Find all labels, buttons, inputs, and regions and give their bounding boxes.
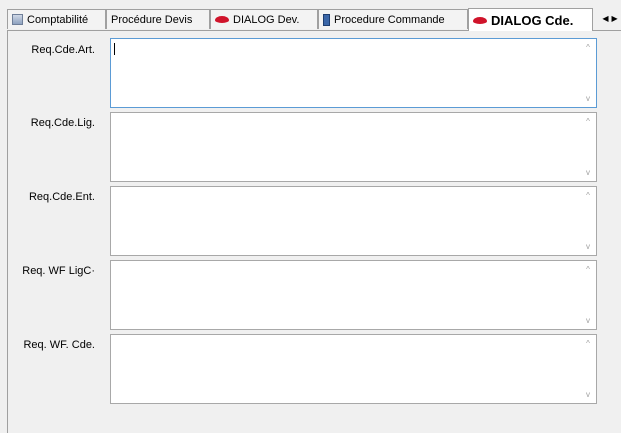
- tab-label: DIALOG Dev.: [233, 13, 300, 26]
- field-label-req-wf-ligc: Req. WF LigC·: [22, 265, 95, 277]
- tab-dialog-cde[interactable]: DIALOG Cde.: [468, 8, 593, 31]
- lips-icon: [473, 16, 487, 24]
- scroll-up-icon[interactable]: ^: [583, 118, 593, 126]
- field-label-req-cde-lig: Req.Cde.Lig.: [30, 117, 95, 129]
- tab-label: Comptabilité: [27, 13, 89, 26]
- field-label-req-cde-ent: Req.Cde.Ent.: [28, 191, 95, 203]
- document-icon: [12, 14, 23, 25]
- tab-scroll-right-icon[interactable]: ▶: [612, 14, 618, 23]
- req-wf-cde-field[interactable]: ^ v: [110, 334, 597, 404]
- scroll-down-icon[interactable]: v: [583, 317, 593, 325]
- lips-icon: [215, 16, 229, 23]
- req-cde-lig-field[interactable]: ^ v: [110, 112, 597, 182]
- scroll-down-icon[interactable]: v: [583, 243, 593, 251]
- req-wf-cde-input[interactable]: [111, 335, 581, 403]
- tab-scroll-left-icon[interactable]: ◀: [602, 14, 608, 23]
- scroll-up-icon[interactable]: ^: [583, 192, 593, 200]
- req-cde-lig-input[interactable]: [111, 113, 581, 181]
- tab-procedure-commande[interactable]: Procedure Commande: [318, 9, 468, 29]
- tab-label: Procedure Commande: [334, 13, 445, 26]
- tab-label: Procédure Devis: [111, 13, 193, 26]
- scroll-down-icon[interactable]: v: [583, 95, 593, 103]
- req-cde-ent-field[interactable]: ^ v: [110, 186, 597, 256]
- tab-strip: Comptabilité Procédure Devis DIALOG Dev.…: [0, 0, 621, 31]
- req-cde-ent-input[interactable]: [111, 187, 581, 255]
- scroll-down-icon[interactable]: v: [583, 169, 593, 177]
- scroll-up-icon[interactable]: ^: [583, 340, 593, 348]
- tab-procedure-devis[interactable]: Procédure Devis: [106, 9, 210, 29]
- req-cde-art-input[interactable]: [111, 39, 581, 107]
- tab-dialog-dev[interactable]: DIALOG Dev.: [210, 9, 318, 29]
- req-wf-ligc-field[interactable]: ^ v: [110, 260, 597, 330]
- req-cde-art-field[interactable]: ^ v: [110, 38, 597, 108]
- text-caret: [114, 43, 115, 55]
- tab-scroll-buttons: ◀ ▶: [599, 9, 621, 27]
- scroll-down-icon[interactable]: v: [583, 391, 593, 399]
- req-wf-ligc-input[interactable]: [111, 261, 581, 329]
- field-label-req-cde-art: Req.Cde.Art.: [31, 44, 95, 56]
- field-label-req-wf-cde: Req. WF. Cde.: [23, 339, 95, 351]
- scroll-up-icon[interactable]: ^: [583, 44, 593, 52]
- tab-label: DIALOG Cde.: [491, 12, 574, 28]
- tab-comptabilite[interactable]: Comptabilité: [7, 9, 106, 29]
- scroll-up-icon[interactable]: ^: [583, 266, 593, 274]
- phone-icon: [323, 13, 330, 26]
